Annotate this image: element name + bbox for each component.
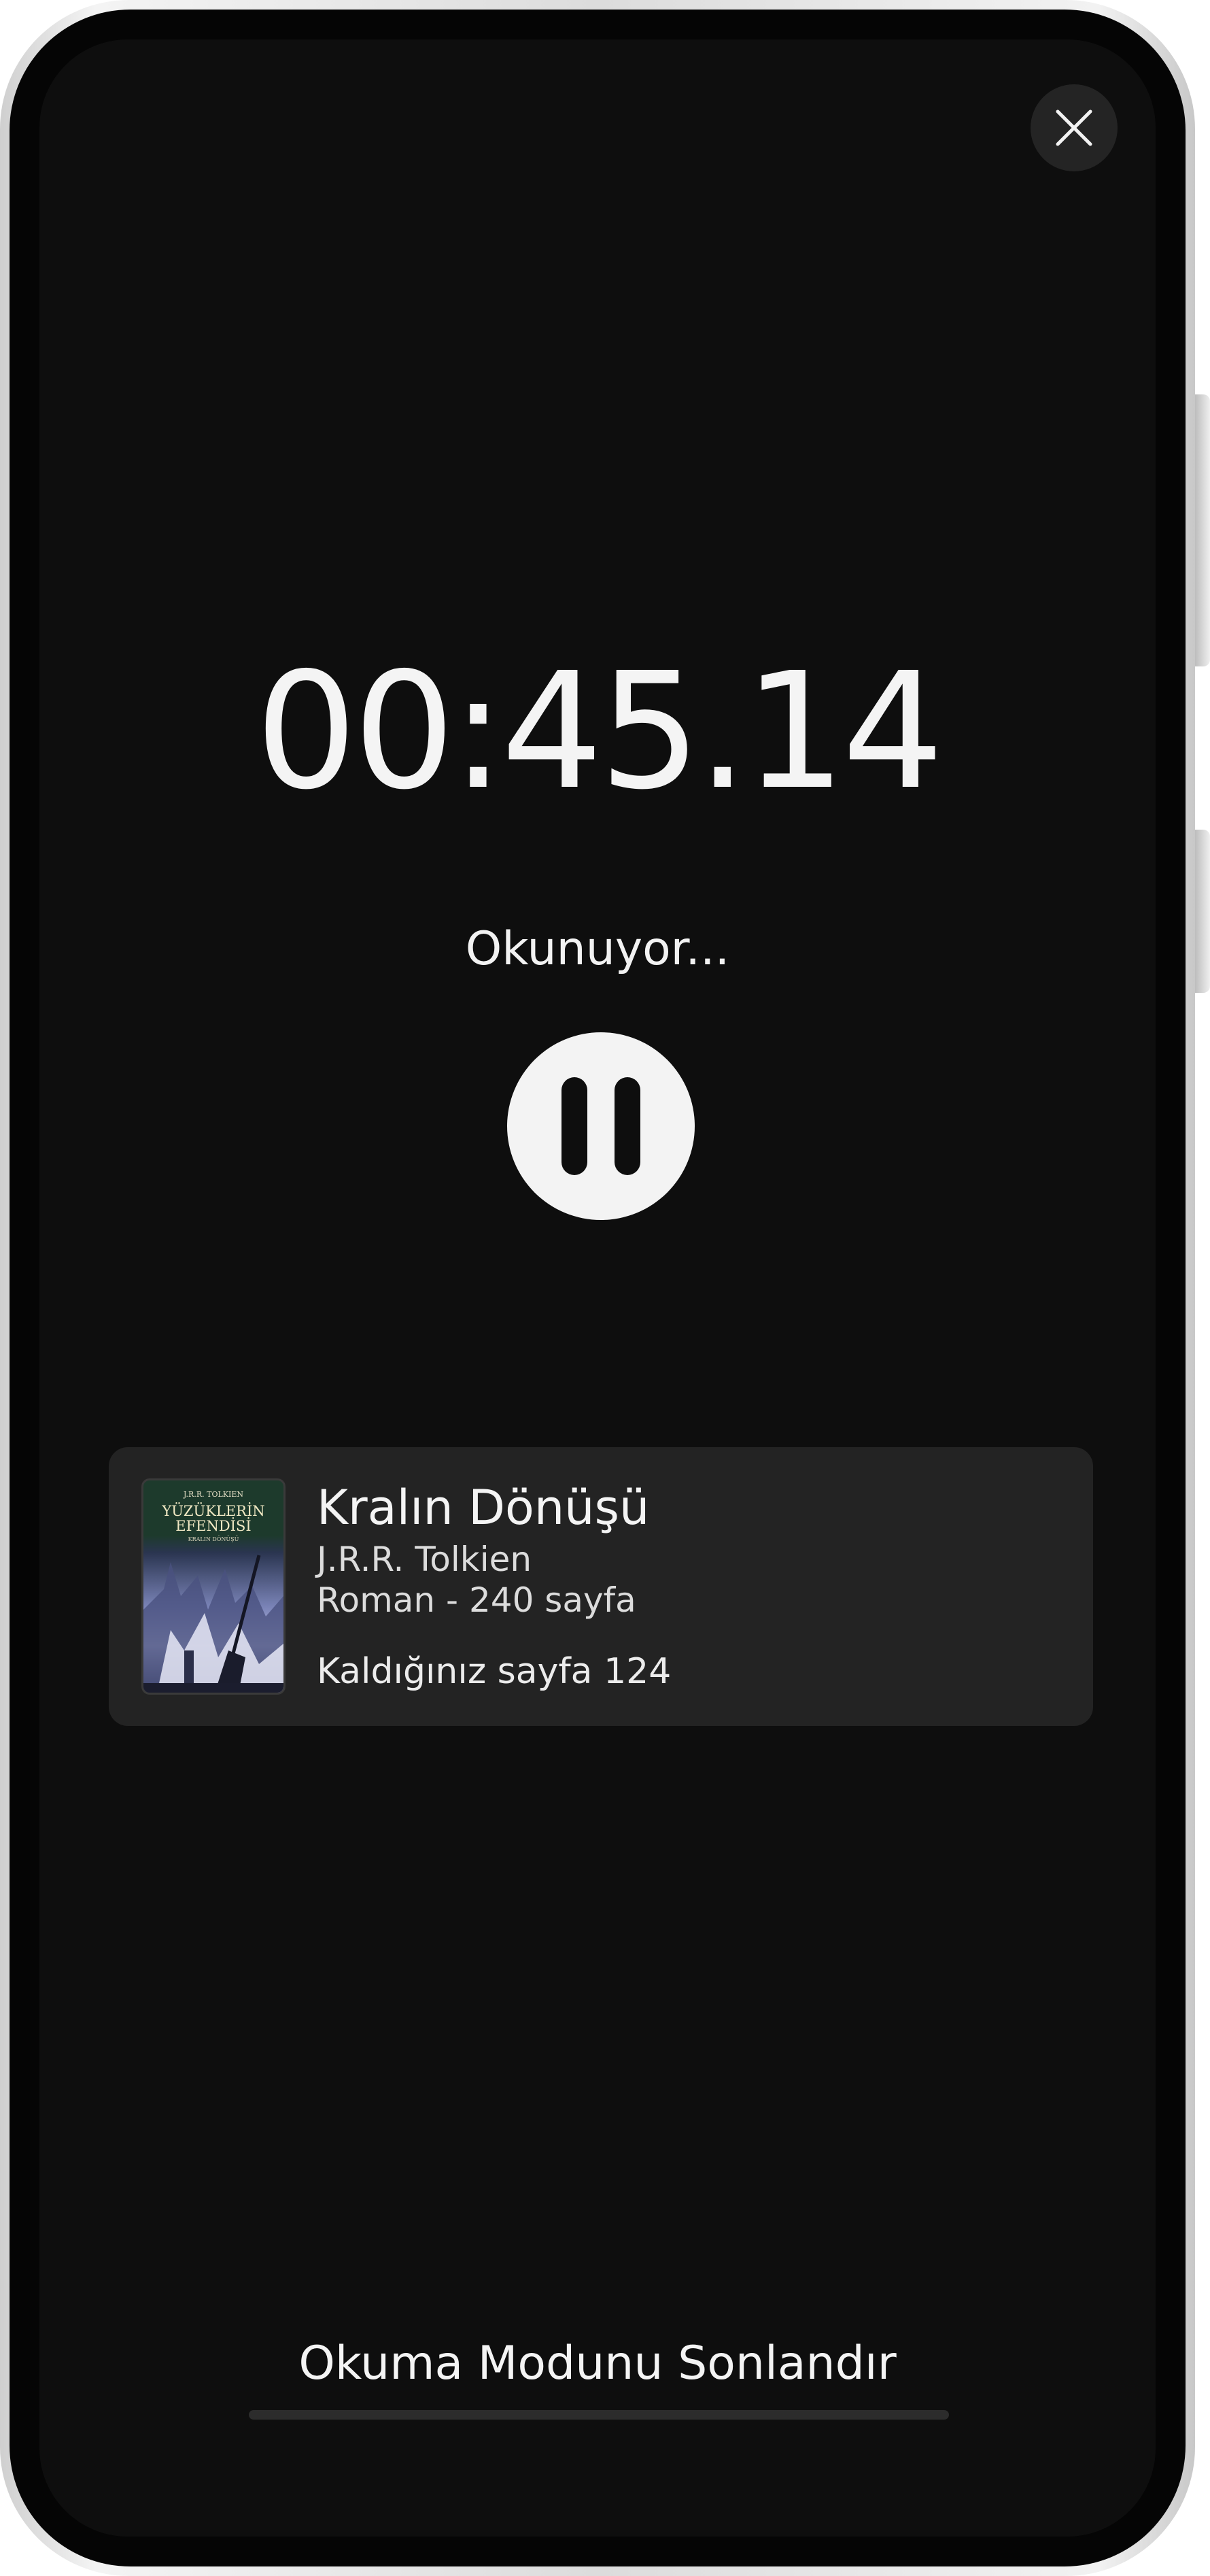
pause-button[interactable] — [507, 1032, 695, 1220]
end-reading-mode-button[interactable]: Okuma Modunu Sonlandır — [39, 2341, 1156, 2387]
close-button[interactable] — [1031, 84, 1118, 171]
cover-series-line2: EFENDİSİ — [175, 1518, 252, 1534]
cover-series-title: YÜZÜKLERİN EFENDİSİ — [143, 1504, 283, 1533]
book-cover: J.R.R. TOLKIEN YÜZÜKLERİN EFENDİSİ KRALI… — [141, 1478, 286, 1695]
book-title: Kralın Dönüşü — [317, 1480, 650, 1536]
cover-subtitle: KRALIN DÖNÜŞÜ — [188, 1536, 239, 1542]
pause-bar-right — [615, 1077, 640, 1175]
current-book-card[interactable]: J.R.R. TOLKIEN YÜZÜKLERİN EFENDİSİ KRALI… — [109, 1447, 1093, 1726]
book-meta: Roman - 240 sayfa — [317, 1580, 636, 1620]
close-icon — [1056, 109, 1092, 146]
book-author: J.R.R. Tolkien — [317, 1540, 532, 1579]
reading-mode-screen: 00:45.14 Okunuyor... J.R.R. TOLKIEN YÜZÜ… — [39, 39, 1156, 2537]
volume-button — [1195, 394, 1210, 666]
book-progress: Kaldığınız sayfa 124 — [317, 1651, 672, 1692]
cover-series-line1: YÜZÜKLERİN — [162, 1503, 265, 1519]
reading-timer: 00:45.14 — [255, 638, 944, 825]
home-indicator[interactable] — [249, 2410, 949, 2420]
power-button — [1195, 830, 1210, 993]
cover-author: J.R.R. TOLKIEN — [184, 1490, 243, 1499]
cover-artwork — [143, 1555, 283, 1693]
reading-status: Okunuyor... — [465, 922, 730, 976]
pause-bar-left — [561, 1077, 587, 1175]
